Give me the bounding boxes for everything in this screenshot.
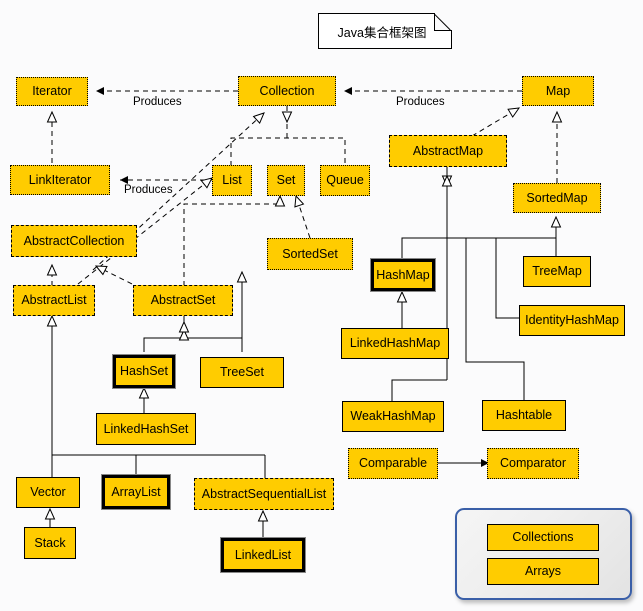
node-map-label: Map [545, 83, 571, 98]
node-linkedlist-label: LinkedList [234, 547, 292, 562]
node-set[interactable]: Set [267, 165, 305, 196]
node-collections[interactable]: Collections [487, 524, 599, 551]
node-stack-label: Stack [34, 535, 66, 550]
node-abstractcollection-label: AbstractCollection [23, 233, 125, 248]
node-comparable[interactable]: Comparable [348, 448, 438, 479]
node-abstractlist[interactable]: AbstractList [13, 285, 95, 316]
node-set-label: Set [276, 173, 296, 188]
node-arrays[interactable]: Arrays [487, 558, 599, 585]
node-identityhashmap-label: IdentityHashMap [525, 313, 619, 328]
title-note-label: Java集合框架图 [337, 25, 427, 40]
diagram-canvas: Iterator --> Collection --> LinkIterator… [0, 0, 643, 611]
node-arraylist[interactable]: ArrayList [102, 475, 170, 509]
node-sortedmap[interactable]: SortedMap [513, 183, 601, 213]
node-sortedmap-label: SortedMap [526, 190, 588, 205]
node-treeset[interactable]: TreeSet [200, 357, 284, 388]
node-collections-label: Collections [512, 530, 574, 545]
node-treemap[interactable]: TreeMap [523, 256, 591, 287]
node-hashtable-label: Hashtable [495, 408, 553, 423]
node-iterator[interactable]: Iterator [16, 77, 88, 106]
node-map[interactable]: Map [522, 76, 594, 106]
node-identityhashmap[interactable]: IdentityHashMap [519, 305, 625, 336]
node-iterator-label: Iterator [32, 84, 72, 99]
node-abstractset-label: AbstractSet [150, 293, 216, 308]
edge-label-produces-right: Produces [396, 96, 445, 108]
node-abstractsequentiallist-label: AbstractSequentialList [201, 486, 327, 501]
node-hashset-label: HashSet [120, 364, 168, 379]
node-sortedset[interactable]: SortedSet [267, 238, 353, 270]
node-treemap-label: TreeMap [532, 264, 582, 279]
node-list[interactable]: List [212, 165, 252, 196]
node-abstractcollection[interactable]: AbstractCollection [11, 225, 137, 257]
note-fold-line [434, 13, 452, 31]
node-arraylist-label: ArrayList [111, 484, 161, 499]
node-linkedhashset-label: LinkedHashSet [103, 421, 189, 436]
node-arrays-label: Arrays [524, 564, 562, 579]
node-hashset[interactable]: HashSet [113, 355, 175, 388]
node-weakhashmap-label: WeakHashMap [350, 409, 436, 424]
node-linkedhashmap-label: LinkedHashMap [349, 336, 441, 351]
node-abstractmap[interactable]: AbstractMap [389, 135, 507, 167]
node-abstractsequentiallist[interactable]: AbstractSequentialList [194, 478, 334, 510]
node-linkedhashmap[interactable]: LinkedHashMap [341, 328, 449, 359]
node-abstractlist-label: AbstractList [21, 293, 87, 308]
node-linkiterator[interactable]: LinkIterator [10, 165, 110, 195]
node-comparator-label: Comparator [500, 456, 566, 471]
utility-classes-panel: Collections Arrays [455, 508, 632, 600]
node-hashtable[interactable]: Hashtable [482, 400, 566, 431]
node-linkedlist[interactable]: LinkedList [221, 538, 305, 572]
node-weakhashmap[interactable]: WeakHashMap [342, 401, 444, 432]
node-linkiterator-label: LinkIterator [28, 172, 92, 187]
node-collection[interactable]: Collection [238, 76, 336, 106]
edge-label-produces-top: Produces [133, 96, 182, 108]
node-stack[interactable]: Stack [24, 527, 76, 559]
node-comparator[interactable]: Comparator [487, 448, 579, 479]
node-linkedhashset[interactable]: LinkedHashSet [96, 413, 196, 445]
node-list-label: List [222, 173, 242, 188]
title-note: Java集合框架图 [318, 13, 452, 49]
node-vector[interactable]: Vector [16, 477, 80, 508]
node-comparable-label: Comparable [358, 456, 428, 471]
node-treeset-label: TreeSet [219, 365, 264, 380]
node-hashmap-label: HashMap [376, 267, 430, 282]
node-collection-label: Collection [259, 83, 315, 98]
node-abstractset[interactable]: AbstractSet [133, 285, 233, 316]
node-queue-label: Queue [326, 173, 364, 188]
edge-label-produces-left: Produces [124, 184, 173, 196]
node-hashmap[interactable]: HashMap [371, 259, 435, 291]
node-queue[interactable]: Queue [320, 165, 370, 196]
node-abstractmap-label: AbstractMap [412, 143, 484, 158]
node-vector-label: Vector [30, 485, 66, 500]
node-sortedset-label: SortedSet [282, 246, 338, 261]
